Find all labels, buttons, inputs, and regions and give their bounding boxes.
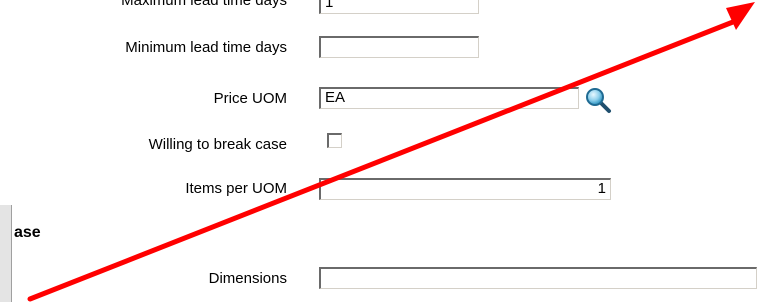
annotation-arrow-shaft [27,17,741,302]
dimensions-label: Dimensions [208,270,287,287]
minimum-lead-time-days-label: Minimum lead time days [125,39,287,56]
items-per-uom-input[interactable]: 1 [319,178,611,200]
minimum-lead-time-days-input[interactable] [319,36,479,58]
dimensions-input[interactable] [319,267,757,289]
maximum-lead-time-days-input[interactable]: 1 [319,0,479,14]
magnifier-icon[interactable] [584,86,612,114]
annotation-arrow-head [726,2,755,30]
section-title: ase [14,224,41,241]
items-per-uom-label: Items per UOM [185,180,287,197]
price-uom-label: Price UOM [213,90,287,107]
price-uom-input[interactable]: EA [319,87,579,109]
willing-to-break-case-label: Willing to break case [148,136,287,153]
section-side-bar [0,205,12,302]
willing-to-break-case-checkbox[interactable] [327,133,342,148]
maximum-lead-time-days-label: Maximum lead time days [121,0,287,9]
